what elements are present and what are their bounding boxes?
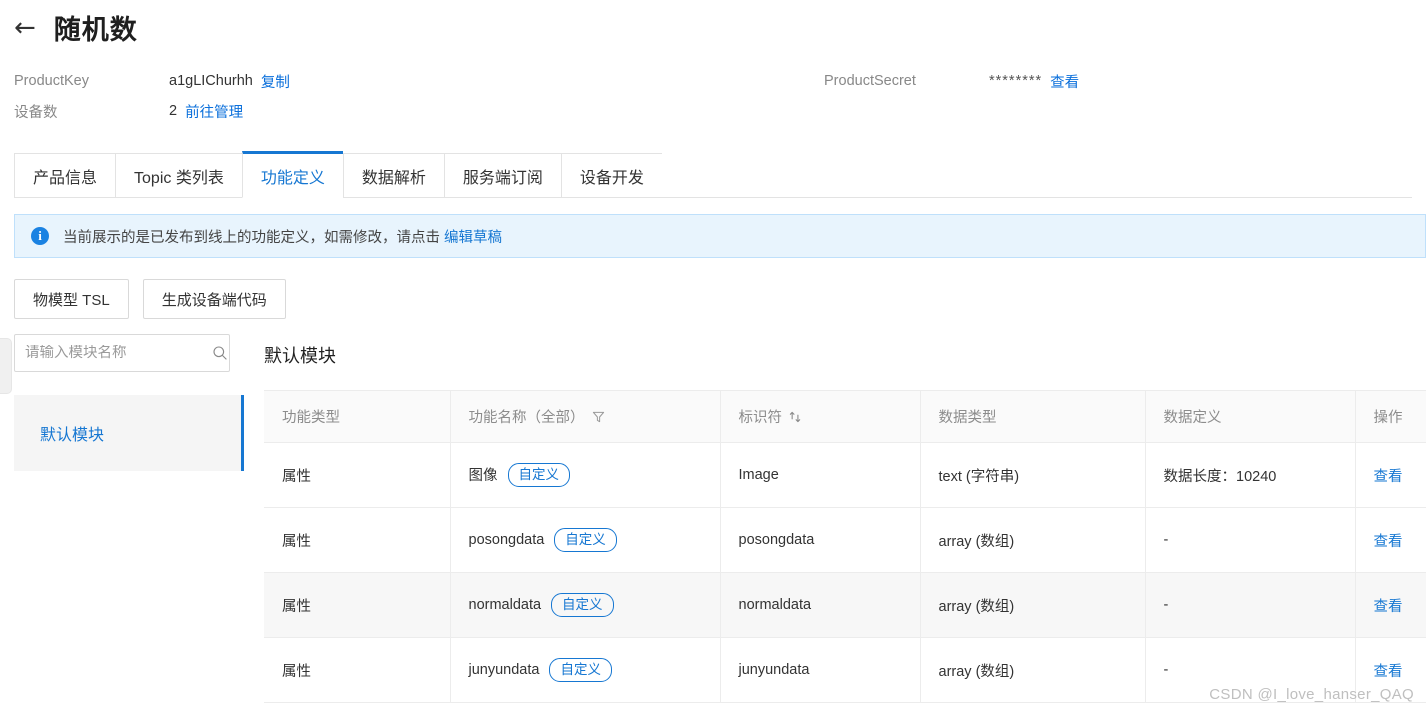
cell-data-definition: 数据长度：10240	[1144, 442, 1355, 508]
table-header-row: 功能类型 功能名称（全部） 标识符 数据类型 数据定义 操作	[264, 390, 1426, 443]
custom-badge: 自定义	[554, 528, 617, 552]
module-search-box[interactable]	[14, 334, 230, 372]
watermark: CSDN @I_love_hanser_QAQ	[1209, 686, 1414, 703]
generate-device-code-button[interactable]: 生成设备端代码	[142, 279, 286, 319]
goto-manage-link[interactable]: 前往管理	[185, 101, 243, 122]
module-detail-panel: 默认模块 功能类型 功能名称（全部） 标识符 数据类型 数据定义 操作 属性 图…	[246, 334, 1426, 703]
product-meta: ProductKey a1gLIChurhh 复制 ProductSecret …	[14, 66, 1414, 126]
tab-bar: 产品信息 Topic 类列表 功能定义 数据解析 服务端订阅 设备开发	[14, 150, 1412, 198]
table-row[interactable]: 属性 normaldata 自定义 normaldata array (数组) …	[264, 572, 1426, 638]
column-data-type-label: 数据类型	[938, 410, 997, 426]
function-definition-table: 功能类型 功能名称（全部） 标识符 数据类型 数据定义 操作 属性 图像 自定义…	[264, 390, 1426, 703]
info-banner: i 当前展示的是已发布到线上的功能定义，如需修改，请点击 编辑草稿	[14, 214, 1426, 258]
column-data-definition-label: 数据定义	[1163, 410, 1222, 426]
column-function-type: 功能类型	[264, 390, 450, 443]
cell-operation: 查看	[1354, 572, 1426, 638]
view-product-secret-link[interactable]: 查看	[1050, 71, 1079, 92]
cell-data-definition: -	[1144, 572, 1355, 638]
column-identifier: 标识符	[719, 390, 920, 443]
info-circle-icon: i	[31, 227, 49, 245]
edit-draft-link[interactable]: 编辑草稿	[444, 230, 502, 246]
cell-data-definition: -	[1144, 507, 1355, 573]
module-item-label: 默认模块	[40, 427, 105, 444]
cell-function-type: 属性	[264, 637, 450, 703]
product-key-label: ProductKey	[14, 73, 89, 89]
function-name-text: 图像	[468, 468, 498, 485]
cell-function-type: 属性	[264, 507, 450, 573]
column-function-name-label: 功能名称（全部）	[468, 410, 585, 426]
cell-operation: 查看	[1354, 442, 1426, 508]
module-item-default[interactable]: 默认模块	[14, 395, 244, 471]
view-link[interactable]: 查看	[1374, 534, 1403, 550]
action-button-group: 物模型 TSL 生成设备端代码	[14, 279, 286, 319]
tab-device-development[interactable]: 设备开发	[560, 153, 662, 198]
table-body: 属性 图像 自定义 Image text (字符串) 数据长度：10240 查看	[264, 442, 1426, 703]
tab-bar-filler	[661, 197, 1412, 198]
function-definition-section: 默认模块 默认模块 功能类型	[0, 334, 1426, 711]
cell-data-type: array (数组)	[919, 572, 1145, 638]
tab-topic-list[interactable]: Topic 类列表	[115, 153, 242, 198]
page-title: 随机数	[53, 15, 138, 45]
cell-data-type: array (数组)	[919, 507, 1145, 573]
custom-badge: 自定义	[507, 463, 570, 487]
cell-function-name: normaldata 自定义	[449, 572, 720, 638]
filter-icon[interactable]	[592, 410, 605, 424]
custom-badge: 自定义	[549, 658, 612, 682]
view-link[interactable]: 查看	[1374, 599, 1403, 615]
page-header: ← 随机数	[14, 8, 138, 47]
product-key-row: ProductKey a1gLIChurhh 复制 ProductSecret …	[14, 66, 1414, 96]
panel-title: 默认模块	[264, 346, 336, 366]
cell-operation: 查看	[1354, 507, 1426, 573]
product-secret-label: ProductSecret	[824, 73, 916, 89]
device-count-row: 设备数 2 前往管理	[14, 96, 1414, 126]
cell-function-name: posongdata 自定义	[449, 507, 720, 573]
tab-product-info[interactable]: 产品信息	[14, 153, 116, 198]
cell-identifier: junyundata	[719, 637, 920, 703]
tab-data-parsing[interactable]: 数据解析	[342, 153, 444, 198]
cell-data-type: text (字符串)	[919, 442, 1145, 508]
table-row[interactable]: 属性 图像 自定义 Image text (字符串) 数据长度：10240 查看	[264, 442, 1426, 508]
view-link[interactable]: 查看	[1374, 469, 1403, 485]
device-count-label: 设备数	[14, 104, 58, 121]
search-icon[interactable]	[212, 345, 228, 361]
column-operation: 操作	[1354, 390, 1426, 443]
cell-function-name: junyundata 自定义	[449, 637, 720, 703]
sidebar-collapse-handle[interactable]	[0, 338, 12, 394]
info-banner-message: 当前展示的是已发布到线上的功能定义，如需修改，请点击	[63, 229, 445, 246]
sort-icon[interactable]	[789, 410, 802, 424]
column-data-definition: 数据定义	[1144, 390, 1355, 443]
function-name-text: posongdata	[468, 531, 545, 548]
tsl-model-button[interactable]: 物模型 TSL	[14, 279, 129, 319]
copy-product-key-link[interactable]: 复制	[261, 71, 290, 92]
function-name-text: normaldata	[468, 596, 542, 613]
module-search-input[interactable]	[25, 345, 212, 361]
column-operation-label: 操作	[1373, 410, 1403, 426]
cell-identifier: Image	[719, 442, 920, 508]
tab-function-definition[interactable]: 功能定义	[241, 151, 343, 198]
function-name-text: junyundata	[468, 661, 540, 678]
column-data-type: 数据类型	[919, 390, 1145, 443]
cell-identifier: posongdata	[719, 507, 920, 573]
info-banner-text: 当前展示的是已发布到线上的功能定义，如需修改，请点击 编辑草稿	[63, 226, 502, 247]
product-detail-page: ← 随机数 ProductKey a1gLIChurhh 复制 ProductS…	[0, 0, 1426, 711]
column-identifier-label: 标识符	[738, 410, 783, 426]
cell-function-type: 属性	[264, 442, 450, 508]
device-count-value: 2	[169, 103, 178, 119]
product-secret-value: ********	[989, 73, 1043, 89]
view-link[interactable]: 查看	[1374, 664, 1403, 680]
module-sidebar: 默认模块	[14, 334, 244, 711]
cell-data-type: array (数组)	[919, 637, 1145, 703]
table-row[interactable]: 属性 posongdata 自定义 posongdata array (数组) …	[264, 507, 1426, 573]
tab-server-subscription[interactable]: 服务端订阅	[443, 153, 561, 198]
column-function-name: 功能名称（全部）	[449, 390, 720, 443]
product-secret-row: ProductSecret ******** 查看	[824, 66, 1079, 96]
cell-function-name: 图像 自定义	[449, 442, 720, 508]
cell-identifier: normaldata	[719, 572, 920, 638]
module-list: 默认模块	[14, 395, 244, 471]
arrow-left-icon[interactable]: ←	[14, 15, 36, 41]
product-key-value: a1gLIChurhh	[169, 73, 253, 89]
custom-badge: 自定义	[551, 593, 614, 617]
cell-function-type: 属性	[264, 572, 450, 638]
column-function-type-label: 功能类型	[282, 410, 340, 426]
